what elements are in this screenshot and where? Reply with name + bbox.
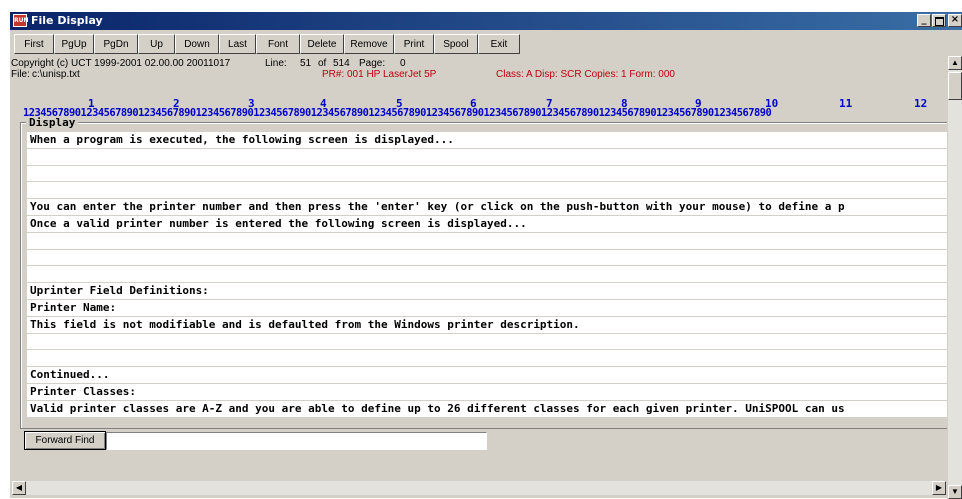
- list-item: Continued...: [27, 367, 962, 384]
- list-item: Once a valid printer number is entered t…: [27, 215, 962, 233]
- triangle-up-icon: ▲: [951, 58, 959, 67]
- vertical-scrollbar[interactable]: ▲ ▼: [947, 56, 962, 499]
- scroll-down-button[interactable]: ▼: [948, 485, 962, 499]
- triangle-left-icon: ◀: [15, 483, 23, 492]
- list-item: This field is not modifiable and is defa…: [27, 316, 962, 334]
- title-bar: RUN File Display _ ×: [10, 12, 962, 30]
- find-input[interactable]: [106, 432, 487, 450]
- app-icon: RUN: [13, 14, 29, 27]
- list-item: Printer Classes:: [27, 383, 962, 401]
- remove-button[interactable]: Remove: [344, 34, 394, 54]
- restore-button[interactable]: [932, 14, 946, 27]
- list-item: [27, 148, 962, 166]
- up-button[interactable]: Up: [138, 34, 175, 54]
- close-button[interactable]: ×: [948, 14, 962, 27]
- forward-find-button[interactable]: Forward Find: [24, 431, 106, 450]
- print-button[interactable]: Print: [394, 34, 434, 54]
- list-item: [27, 182, 962, 200]
- list-item: [27, 266, 962, 284]
- display-lines: When a program is executed, the followin…: [27, 132, 962, 418]
- copyright-text: Copyright (c) UCT 1999-2001 02.00.00 200…: [11, 58, 231, 69]
- of-label: of: [318, 58, 327, 69]
- list-item: Printer Name:: [27, 299, 962, 317]
- down-button[interactable]: Down: [175, 34, 219, 54]
- spool-button[interactable]: Spool: [434, 34, 478, 54]
- printer-value: 001 HP LaserJet 5P: [347, 69, 437, 80]
- list-item: [27, 249, 962, 267]
- ruler-ten: 12: [914, 97, 928, 110]
- first-button[interactable]: First: [14, 34, 54, 54]
- vertical-scroll-thumb[interactable]: [948, 72, 962, 100]
- file-label: File:: [11, 69, 30, 80]
- class-info: Class: A Disp: SCR Copies: 1 Form: 000: [496, 69, 675, 80]
- minimize-button[interactable]: _: [917, 14, 931, 27]
- scroll-up-button[interactable]: ▲: [948, 56, 962, 70]
- delete-button[interactable]: Delete: [300, 34, 344, 54]
- file-info-header: Copyright (c) UCT 1999-2001 02.00.00 200…: [10, 58, 950, 112]
- list-item: You can enter the printer number and the…: [27, 199, 962, 216]
- file-display-window: RUN File Display _ × First PgUp PgDn Up …: [9, 11, 962, 499]
- printer-label: PR#:: [322, 69, 345, 80]
- list-item: [27, 232, 962, 250]
- ruler-digits: 1234567890123456789012345678901234567890…: [23, 107, 772, 119]
- page-label: Page:: [359, 58, 386, 69]
- line-value: 51: [300, 58, 312, 69]
- triangle-down-icon: ▼: [951, 487, 959, 496]
- toolbar: First PgUp PgDn Up Down Last Font Delete…: [14, 34, 520, 54]
- close-icon: ×: [950, 14, 960, 25]
- page-value: 0: [400, 58, 406, 69]
- list-item: [27, 333, 962, 351]
- horizontal-scrollbar[interactable]: ◀ ▶: [12, 481, 946, 495]
- list-item: Valid printer classes are A-Z and you ar…: [27, 400, 962, 418]
- list-item: [27, 165, 962, 183]
- restore-icon: [934, 17, 944, 26]
- pgup-button[interactable]: PgUp: [54, 34, 94, 54]
- file-path: c:\unisp.txt: [32, 69, 80, 80]
- ruler-ten: 11: [839, 97, 853, 110]
- last-button[interactable]: Last: [219, 34, 256, 54]
- display-group-label: Display: [26, 116, 79, 129]
- exit-button[interactable]: Exit: [478, 34, 520, 54]
- list-item: [27, 350, 962, 368]
- scroll-left-button[interactable]: ◀: [12, 481, 26, 495]
- pgdn-button[interactable]: PgDn: [94, 34, 138, 54]
- list-item: When a program is executed, the followin…: [27, 132, 962, 149]
- font-button[interactable]: Font: [256, 34, 300, 54]
- scroll-right-button[interactable]: ▶: [932, 481, 946, 495]
- total-lines: 514: [333, 58, 350, 69]
- triangle-right-icon: ▶: [935, 483, 943, 492]
- line-label: Line:: [265, 58, 287, 69]
- window-title: File Display: [31, 14, 103, 27]
- list-item: Uprinter Field Definitions:: [27, 283, 962, 300]
